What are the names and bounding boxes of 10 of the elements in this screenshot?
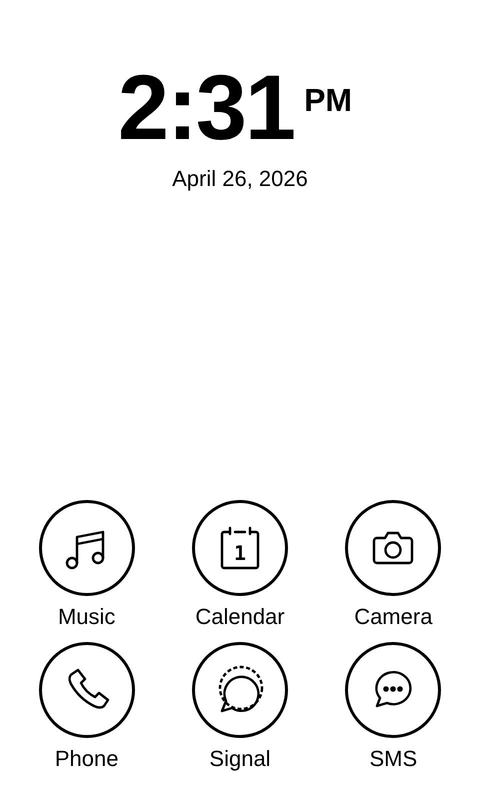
app-button[interactable]: 1 [192,500,288,596]
clock-date: April 26, 2026 [172,168,308,190]
app-label: Music [58,606,116,628]
app-label: Signal [209,748,271,770]
clock-time: 2:31 [118,62,294,154]
app-label: Camera [354,606,432,628]
app-label: Calendar [195,606,285,628]
app-label: SMS [369,748,418,770]
clock-period: PM [304,84,352,116]
app-label: Phone [54,748,118,770]
